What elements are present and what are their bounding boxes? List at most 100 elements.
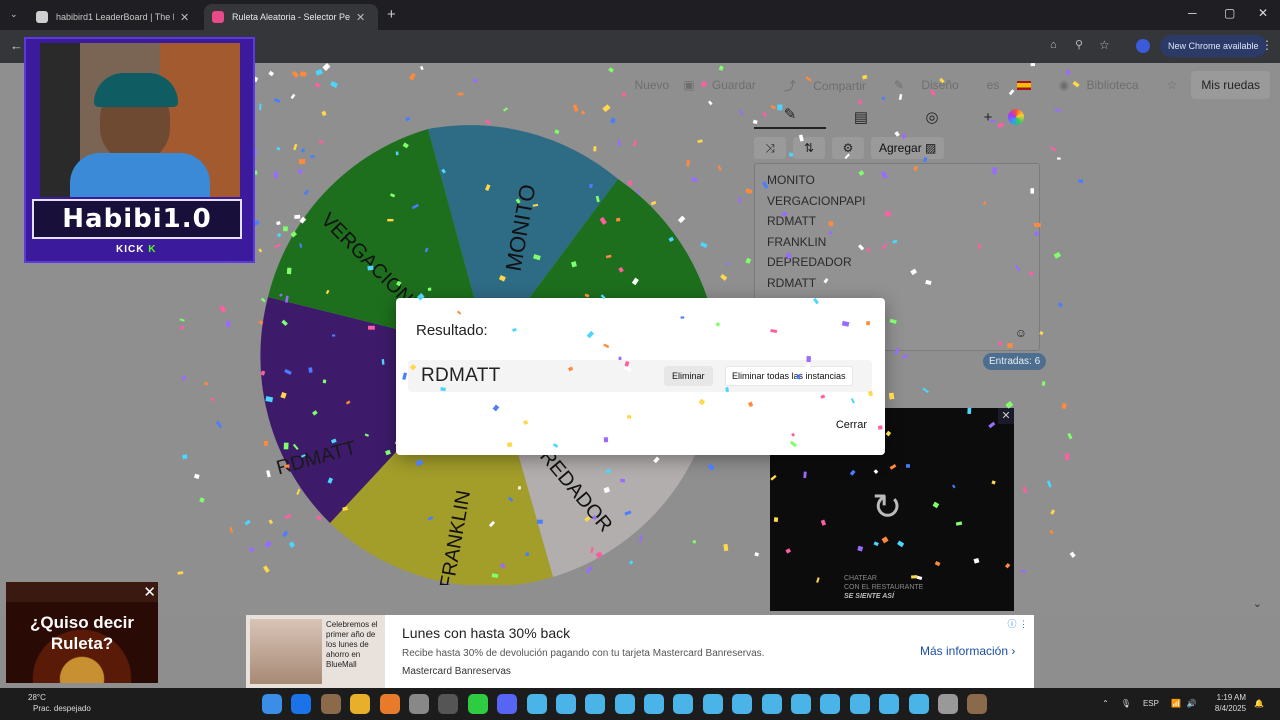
- wifi-icon[interactable]: 📶: [1171, 699, 1181, 708]
- tab-leaderboard[interactable]: habibird1 LeaderBoard | The best ✕: [28, 4, 202, 30]
- taskbar-app-icon[interactable]: [438, 694, 459, 714]
- new-chrome-available-button[interactable]: New Chrome available: [1160, 35, 1267, 57]
- chevron-down-icon[interactable]: ⌄: [1253, 597, 1262, 610]
- taskbar-app-icon[interactable]: [262, 694, 282, 714]
- spain-flag-icon: [1016, 81, 1031, 91]
- edit-pencil-icon[interactable]: ✎: [754, 105, 826, 129]
- clock[interactable]: 1:19 AM 8/4/2025: [1215, 692, 1246, 714]
- left-roulette-ad[interactable]: ¿Quiso decir Ruleta? ✕: [6, 582, 158, 683]
- mas-informacion-link[interactable]: Más información ›: [920, 644, 1015, 658]
- eliminar-button[interactable]: Eliminar: [664, 366, 713, 386]
- entries-count-badge: Entradas: 6: [983, 353, 1047, 370]
- compartir-label: Compartir: [813, 78, 866, 93]
- taskbar-app-icon[interactable]: [908, 694, 929, 714]
- taskbar-app-icon[interactable]: [849, 694, 870, 714]
- bookmark-star-icon[interactable]: ☆: [1099, 38, 1110, 52]
- language-indicator[interactable]: ESP: [1143, 699, 1159, 708]
- streamer-name: Habibi1.0: [32, 199, 242, 239]
- guardar-button[interactable]: ▣ Guardar: [683, 78, 770, 92]
- cta-label: Más información: [920, 644, 1009, 658]
- emoji-icon[interactable]: ☺: [1015, 326, 1027, 340]
- language-label: es: [986, 78, 1000, 92]
- maximize-icon[interactable]: ▢: [1224, 6, 1235, 20]
- profile-avatar[interactable]: [1136, 39, 1150, 53]
- nuevo-button[interactable]: Nuevo: [635, 78, 670, 92]
- kick-label: KICK K: [116, 244, 156, 255]
- hide-eye-icon[interactable]: ◎: [896, 108, 968, 126]
- ad-title: Lunes con hasta 30% back: [402, 625, 571, 641]
- entry-item: VERGACIONPAPI: [767, 193, 866, 208]
- zoom-icon[interactable]: ⚲: [1075, 38, 1083, 51]
- taskbar-app-icon[interactable]: [497, 694, 518, 714]
- kick-logo-icon: K: [148, 244, 157, 255]
- taskbar-app-icon[interactable]: [820, 694, 841, 714]
- chevron-up-icon[interactable]: ⌃: [1102, 699, 1109, 708]
- taskbar-app-icon[interactable]: [291, 694, 312, 714]
- taskbar-app-icon[interactable]: [350, 694, 371, 714]
- taskbar-app-icon[interactable]: [702, 694, 723, 714]
- biblioteca-button[interactable]: ◉ Biblioteca: [1059, 78, 1153, 92]
- entry-item: MONITO: [767, 173, 815, 187]
- volume-icon[interactable]: 🔊: [1187, 699, 1197, 708]
- notifications-icon[interactable]: 🔔: [1254, 699, 1264, 708]
- shuffle-icon[interactable]: ⤨: [754, 137, 786, 159]
- taskbar-app-icon[interactable]: [673, 694, 694, 714]
- entry-item: DEPREDADOR: [767, 255, 852, 269]
- mic-icon[interactable]: 🎙: [1121, 699, 1131, 708]
- person-body: [70, 153, 210, 197]
- date: 8/4/2025: [1214, 704, 1247, 713]
- close-ad-icon[interactable]: ✕: [143, 583, 156, 601]
- new-tab-icon[interactable]: +: [387, 6, 396, 23]
- language-button[interactable]: es: [987, 78, 1045, 92]
- settings-gear-icon[interactable]: ⚙: [832, 137, 864, 159]
- person-cap: [94, 73, 178, 107]
- sort-icon[interactable]: ⇅: [793, 137, 825, 159]
- taskbar-app-icon[interactable]: [791, 694, 812, 714]
- results-clipboard-icon[interactable]: ▤: [826, 108, 896, 126]
- taskbar-app-icon[interactable]: [320, 694, 341, 714]
- close-tab-icon[interactable]: ✕: [180, 11, 189, 24]
- tab-list-icon[interactable]: ⌄: [10, 9, 18, 20]
- entries-editor: ✎ ▤ ◎ + ⤨ ⇅ ⚙ Agregar ▨ MONITO VERGACION…: [754, 103, 1044, 351]
- add-wheel-icon[interactable]: +: [968, 109, 1008, 126]
- compartir-button[interactable]: ⤴ Compartir: [784, 77, 880, 94]
- minimize-icon[interactable]: ─: [1188, 6, 1197, 20]
- weather-widget[interactable]: 28°C Prac. despejado: [12, 692, 91, 714]
- star-icon[interactable]: ☆: [1167, 78, 1178, 92]
- taskbar-app-icon[interactable]: [555, 694, 576, 714]
- ad-text-line: CON EL RESTAURANTE: [844, 584, 924, 591]
- close-ad-icon[interactable]: ✕: [998, 408, 1014, 424]
- ad-thumbnail-photo: [250, 619, 322, 684]
- taskbar-app-icon[interactable]: [614, 694, 635, 714]
- top-nav: Nuevo ▣ Guardar ⤴ Compartir ✎ Diseño es …: [635, 71, 1280, 99]
- biblioteca-label: Biblioteca: [1086, 78, 1139, 92]
- taskbar-app-icon[interactable]: [937, 694, 958, 714]
- taskbar-app-icon[interactable]: [408, 694, 429, 714]
- taskbar-app-icon[interactable]: [879, 694, 900, 714]
- ad-info-icon[interactable]: ⓘ ⋮: [1007, 617, 1028, 630]
- taskbar-app-icon[interactable]: [379, 694, 400, 714]
- result-row: RDMATT Eliminar Eliminar todas las insta…: [408, 360, 872, 392]
- tab-ruleta[interactable]: Ruleta Aleatoria - Selector Pe ✕: [204, 4, 378, 30]
- taskbar-app-icon[interactable]: [467, 694, 488, 714]
- taskbar-app-icon[interactable]: [585, 694, 606, 714]
- menu-icon[interactable]: ⋮: [1261, 38, 1273, 52]
- diseno-button[interactable]: ✎ Diseño: [894, 78, 973, 92]
- bottom-banner-ad[interactable]: Celebremos el primer año de los lunes de…: [246, 615, 1034, 688]
- mis-ruedas-button[interactable]: Mis ruedas: [1191, 71, 1270, 99]
- agregar-imagen-button[interactable]: Agregar ▨: [871, 137, 945, 159]
- taskbar-app-icon[interactable]: [967, 694, 988, 714]
- taskbar-app-icon[interactable]: [732, 694, 753, 714]
- replay-icon[interactable]: ↻: [872, 486, 902, 528]
- taskbar-app-icon[interactable]: [761, 694, 782, 714]
- close-window-icon[interactable]: ✕: [1258, 6, 1268, 20]
- back-icon[interactable]: ←: [10, 38, 23, 53]
- close-tab-icon[interactable]: ✕: [356, 11, 365, 24]
- translate-icon[interactable]: ⌂: [1050, 39, 1057, 51]
- pencil-icon: ✎: [893, 78, 908, 92]
- color-wheel-icon[interactable]: [1008, 109, 1024, 125]
- taskbar-app-icon[interactable]: [526, 694, 547, 714]
- cerrar-button[interactable]: Cerrar: [836, 419, 867, 431]
- taskbar-app-icon[interactable]: [644, 694, 665, 714]
- eliminar-todas-button[interactable]: Eliminar todas las instancias: [725, 366, 853, 386]
